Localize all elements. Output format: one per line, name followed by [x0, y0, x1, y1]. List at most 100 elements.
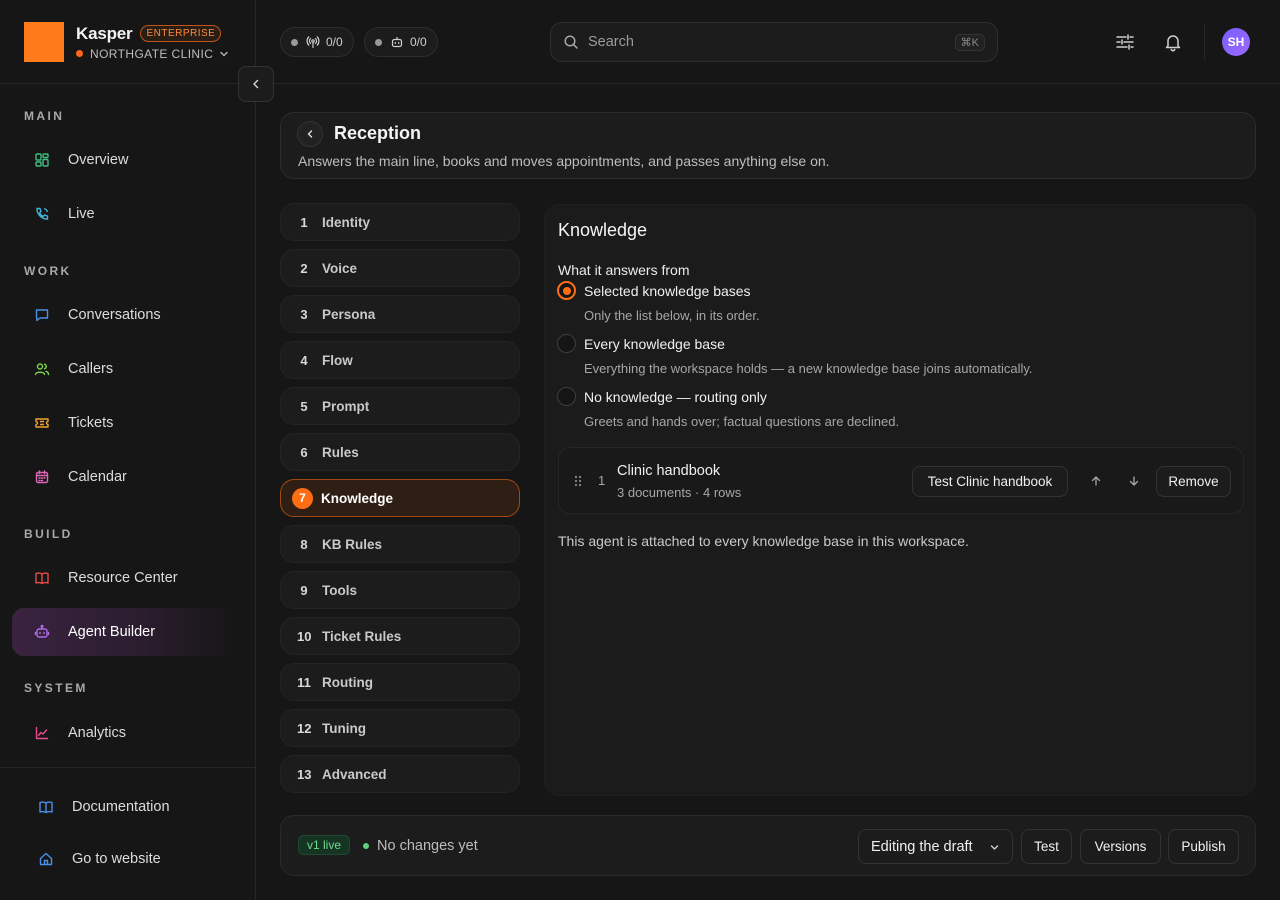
chevron-left-icon [305, 129, 315, 139]
go-to-website-label: Go to website [72, 851, 161, 867]
chat-icon [34, 307, 50, 323]
bell-icon[interactable] [1163, 32, 1183, 52]
sidebar-item-live[interactable]: Live [12, 190, 234, 238]
move-down-button[interactable] [1123, 470, 1145, 492]
knowledge-base-row: 1 Clinic handbook 3 documents · 4 rows T… [558, 447, 1244, 514]
option-label[interactable]: No knowledge — routing only [584, 389, 767, 405]
step-knowledge[interactable]: 7 Knowledge [280, 479, 520, 517]
brand[interactable]: Kasper ENTERPRISE NORTHGATE CLINIC [24, 22, 229, 62]
sidebar-item-resource-center[interactable]: Resource Center [12, 554, 234, 602]
step-label: KB Rules [322, 536, 383, 552]
documentation-label: Documentation [72, 799, 170, 815]
step-rules[interactable]: 6 Rules [280, 433, 520, 471]
step-number: 5 [300, 398, 308, 414]
radio-selected-knowledge-bases[interactable] [557, 281, 576, 300]
move-up-button[interactable] [1085, 470, 1107, 492]
nav-section-main: MAIN [24, 109, 65, 123]
test-button[interactable]: Test [1021, 829, 1072, 864]
go-to-website-link[interactable]: Go to website [38, 851, 161, 867]
arrow-down-icon [1128, 475, 1140, 487]
step-advanced[interactable]: 13 Advanced [280, 755, 520, 793]
radio-every-knowledge-base[interactable] [557, 334, 576, 353]
step-tools[interactable]: 9 Tools [280, 571, 520, 609]
radio-no-knowledge[interactable] [557, 387, 576, 406]
step-prompt[interactable]: 5 Prompt [280, 387, 520, 425]
nav-section-build: BUILD [24, 527, 73, 541]
sidebar-item-label: Agent Builder [68, 624, 156, 640]
test-kb-button[interactable]: Test Clinic handbook [912, 466, 1068, 497]
search-icon [563, 34, 579, 50]
chevron-left-icon [250, 78, 262, 90]
collapse-sidebar-button[interactable] [238, 66, 274, 102]
sidebar-item-label: Callers [68, 361, 114, 377]
sidebar-item-agent-builder[interactable]: Agent Builder [12, 608, 234, 656]
step-identity[interactable]: 1 Identity [280, 203, 520, 241]
ticket-icon [34, 415, 50, 431]
documentation-link[interactable]: Documentation [38, 799, 170, 815]
nav-section-work: WORK [24, 264, 72, 278]
step-voice[interactable]: 2 Voice [280, 249, 520, 287]
section-title: Knowledge [558, 220, 648, 240]
sidebar-item-label: Tickets [68, 415, 114, 431]
sidebar-item-label: Analytics [68, 725, 127, 741]
step-label: Prompt [322, 398, 370, 414]
org-switcher[interactable]: NORTHGATE CLINIC [76, 47, 229, 61]
plan-badge: ENTERPRISE [140, 25, 222, 42]
publish-button[interactable]: Publish [1168, 829, 1239, 864]
org-status-dot [76, 50, 83, 57]
step-number: 11 [297, 674, 311, 690]
step-number: 13 [297, 766, 312, 782]
divider [0, 83, 256, 84]
step-label: Identity [322, 214, 371, 230]
step-label: Rules [322, 444, 359, 460]
sidebar-item-conversations[interactable]: Conversations [12, 291, 234, 339]
active-agents-counter[interactable]: 0/0 [364, 27, 438, 57]
drag-handle-icon[interactable] [573, 475, 583, 487]
versions-button[interactable]: Versions [1080, 829, 1161, 864]
step-flow[interactable]: 4 Flow [280, 341, 520, 379]
counter-value: 0/0 [410, 35, 427, 49]
step-number: 9 [300, 582, 308, 598]
divider [256, 83, 1280, 84]
avatar[interactable]: SH [1222, 28, 1250, 56]
sidebar-item-overview[interactable]: Overview [12, 136, 234, 184]
step-persona[interactable]: 3 Persona [280, 295, 520, 333]
sidebar-item-callers[interactable]: Callers [12, 345, 234, 393]
step-number: 1 [300, 214, 308, 230]
remove-kb-button[interactable]: Remove [1156, 466, 1231, 497]
live-calls-counter[interactable]: 0/0 [280, 27, 354, 57]
attachment-note: This agent is attached to every knowledg… [558, 533, 969, 549]
users-icon [34, 361, 50, 377]
chart-icon [34, 725, 50, 741]
search-shortcut: ⌘K [954, 33, 985, 51]
step-kb-rules[interactable]: 8 KB Rules [280, 525, 520, 563]
option-help: Only the list below, in its order. [584, 308, 760, 323]
chevron-down-icon [219, 49, 229, 59]
search-input[interactable]: Search ⌘K [550, 22, 998, 62]
sidebar-item-analytics[interactable]: Analytics [12, 709, 234, 757]
option-label[interactable]: Every knowledge base [584, 336, 725, 352]
option-label[interactable]: Selected knowledge bases [584, 283, 751, 299]
arrow-up-icon [1090, 475, 1102, 487]
mode-select[interactable]: Editing the draft [858, 829, 1013, 864]
sidebar-item-tickets[interactable]: Tickets [12, 399, 234, 447]
sidebar-item-label: Conversations [68, 307, 161, 323]
sidebar-item-calendar[interactable]: Calendar [12, 453, 234, 501]
step-number: 2 [300, 260, 308, 276]
option-help: Everything the workspace holds — a new k… [584, 361, 1033, 376]
step-ticket-rules[interactable]: 10 Ticket Rules [280, 617, 520, 655]
divider [0, 767, 256, 768]
step-tuning[interactable]: 12 Tuning [280, 709, 520, 747]
step-number: 4 [300, 352, 308, 368]
step-routing[interactable]: 11 Routing [280, 663, 520, 701]
book-open-icon [38, 799, 54, 815]
publish-bar: v1 live No changes yet Editing the draft… [280, 815, 1256, 876]
divider [1204, 24, 1205, 60]
step-label: Knowledge [321, 490, 394, 506]
back-button[interactable] [297, 121, 323, 147]
step-number: 12 [297, 720, 312, 736]
filters-icon[interactable] [1115, 32, 1135, 52]
book-icon [34, 570, 50, 586]
step-number: 6 [300, 444, 308, 460]
step-label: Tools [322, 582, 357, 598]
